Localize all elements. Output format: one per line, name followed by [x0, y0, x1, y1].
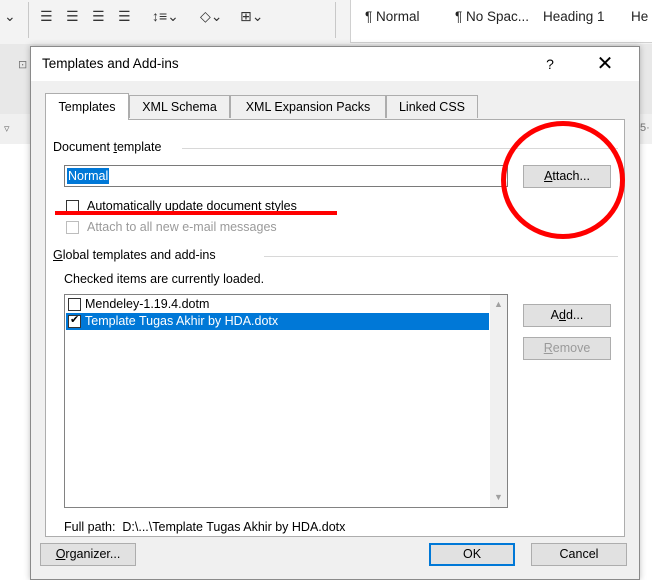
list-item[interactable]: Mendeley-1.19.4.dotm	[66, 296, 489, 313]
organizer-button[interactable]: Organizer...	[40, 543, 136, 566]
borders-icon[interactable]: ⊞⌄	[240, 8, 263, 25]
full-path: Full path: D:\...\Template Tugas Akhir b…	[64, 520, 345, 534]
full-path-label: Full path:	[64, 520, 116, 534]
checkmark-icon: ✔	[70, 314, 80, 326]
list-item-checkbox[interactable]	[68, 298, 81, 311]
templates-panel: Document template Normal Attach... Autom…	[45, 119, 625, 537]
tab-linked-css[interactable]: Linked CSS	[386, 95, 478, 118]
global-templates-label: Global templates and add-ins	[53, 248, 216, 262]
document-template-label: Document template	[53, 140, 162, 154]
align-center-icon[interactable]: ☰	[66, 8, 79, 25]
ruler-left-mark: ▿	[4, 123, 10, 135]
document-template-value: Normal	[67, 168, 110, 184]
shading-icon[interactable]: ◇⌄	[200, 8, 223, 25]
list-item-checkbox[interactable]: ✔	[68, 314, 81, 328]
close-button[interactable]: ✕	[591, 51, 619, 77]
global-templates-list[interactable]: Mendeley-1.19.4.dotm ✔ Template Tugas Ak…	[64, 294, 508, 508]
style-heading-1[interactable]: Heading 1	[543, 9, 605, 24]
auto-update-label: Automatically update document styles	[87, 199, 297, 213]
ok-button[interactable]: OK	[429, 543, 515, 566]
scroll-up-icon[interactable]: ▲	[490, 296, 507, 313]
tab-templates[interactable]: Templates	[45, 93, 129, 120]
ribbon-separator	[28, 2, 29, 38]
help-button[interactable]: ?	[539, 53, 561, 75]
list-item-label: Mendeley-1.19.4.dotm	[85, 297, 210, 311]
auto-update-checkbox[interactable]	[66, 200, 79, 213]
loaded-note: Checked items are currently loaded.	[64, 272, 265, 286]
justify-icon[interactable]: ☰	[118, 8, 131, 25]
chevron-down-icon[interactable]: ⌄	[4, 8, 16, 25]
attach-button[interactable]: Attach...	[523, 165, 611, 188]
tab-xml-expansion-packs[interactable]: XML Expansion Packs	[230, 95, 386, 118]
style-normal[interactable]: ¶ Normal	[365, 9, 420, 24]
attach-email-label: Attach to all new e-mail messages	[87, 220, 277, 234]
dialog-launcher-icon[interactable]: ⊡	[18, 58, 27, 71]
add-button[interactable]: Add...	[523, 304, 611, 327]
align-right-icon[interactable]: ☰	[92, 8, 105, 25]
full-path-value: D:\...\Template Tugas Akhir by HDA.dotx	[122, 520, 346, 534]
remove-button[interactable]: Remove	[523, 337, 611, 360]
list-item-label: Template Tugas Akhir by HDA.dotx	[85, 314, 279, 328]
document-template-input[interactable]: Normal	[64, 165, 508, 187]
word-ribbon: ⌄ ☰ ☰ ☰ ☰ ↕≡⌄ ◇⌄ ⊞⌄ ¶ Normal ¶ No Spac..…	[0, 0, 652, 44]
cancel-button[interactable]: Cancel	[531, 543, 627, 566]
group-divider	[264, 256, 618, 257]
ruler-right-mark: 5·	[640, 122, 650, 134]
style-heading-2[interactable]: He	[631, 9, 648, 24]
scroll-down-icon[interactable]: ▼	[490, 489, 507, 506]
ribbon-separator	[335, 2, 336, 38]
align-left-icon[interactable]: ☰	[40, 8, 53, 25]
list-scrollbar[interactable]: ▲ ▼	[490, 295, 507, 507]
tab-xml-schema[interactable]: XML Schema	[129, 95, 230, 118]
dialog-titlebar[interactable]: Templates and Add-ins ? ✕	[31, 47, 639, 81]
group-divider	[182, 148, 618, 149]
dialog-title: Templates and Add-ins	[42, 56, 179, 71]
line-spacing-icon[interactable]: ↕≡⌄	[152, 8, 179, 25]
attach-email-checkbox	[66, 221, 79, 234]
styles-gallery: ¶ Normal ¶ No Spac... Heading 1 He	[350, 0, 652, 43]
templates-addins-dialog: Templates and Add-ins ? ✕ Templates XML …	[30, 46, 640, 580]
list-item[interactable]: ✔ Template Tugas Akhir by HDA.dotx	[66, 313, 489, 330]
style-no-spacing[interactable]: ¶ No Spac...	[455, 9, 529, 24]
